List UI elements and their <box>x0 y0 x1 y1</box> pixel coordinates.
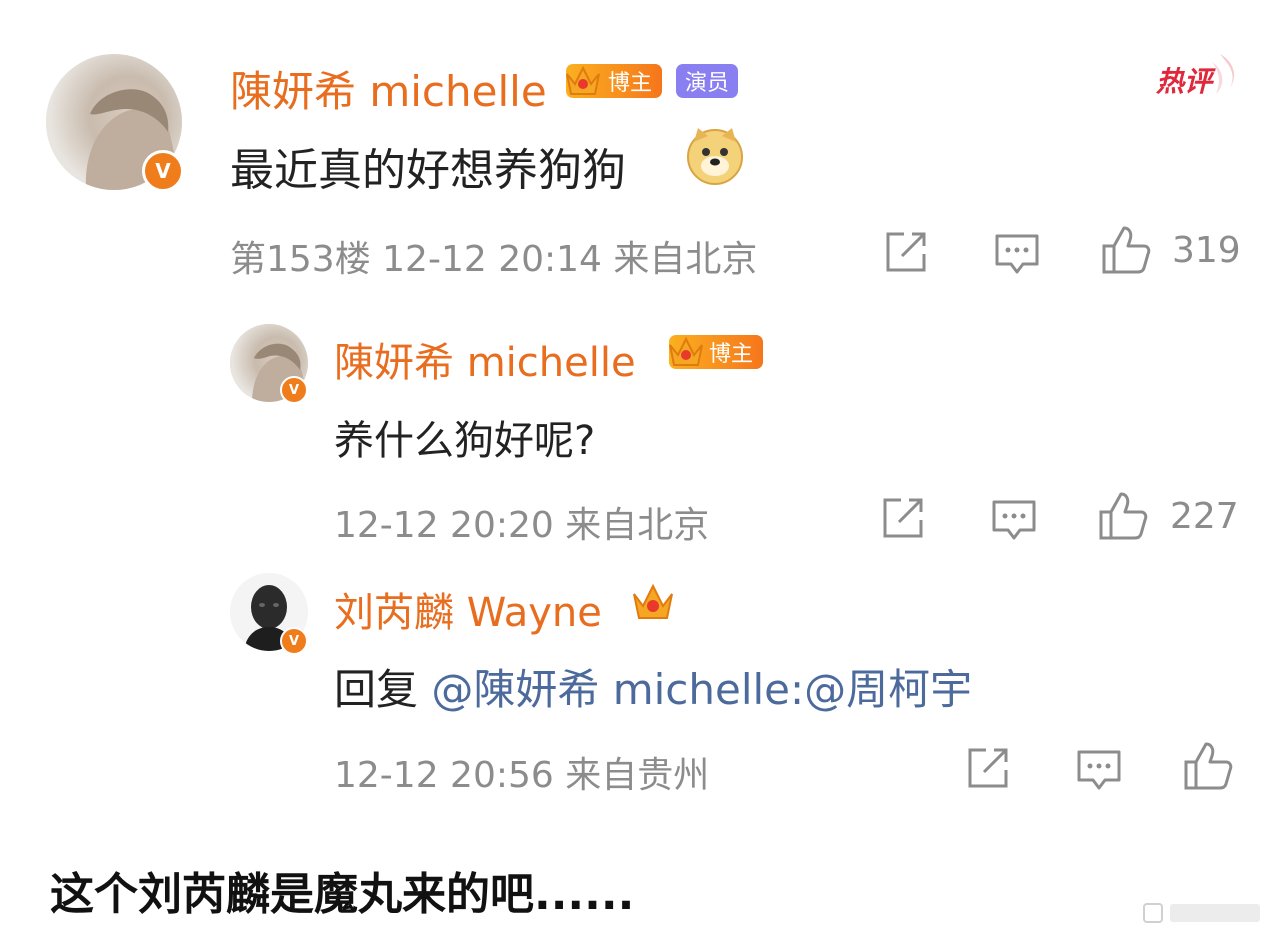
like-count: 227 <box>1170 496 1239 537</box>
comment-text: 最近真的好想养狗狗 <box>230 145 626 196</box>
like-icon[interactable] <box>1100 224 1152 276</box>
verified-badge-icon: V <box>280 376 308 404</box>
hot-comment-badge: 热评 <box>1150 48 1242 104</box>
avatar[interactable]: V <box>230 573 308 655</box>
verified-badge-icon: V <box>142 150 184 192</box>
reply-prefix: 回复 <box>334 665 432 714</box>
mention-link[interactable]: @陳妍希 michelle:@周柯宇 <box>431 665 972 714</box>
share-icon[interactable] <box>879 494 927 542</box>
comment-icon[interactable] <box>1075 746 1123 794</box>
crown-icon <box>633 583 673 619</box>
like-count: 319 <box>1172 230 1241 271</box>
reply-meta: 12-12 20:20 来自北京 <box>334 505 710 546</box>
comment-icon[interactable] <box>993 230 1041 278</box>
actor-tag: 演员 <box>676 64 739 98</box>
comment-author-name[interactable]: 陳妍希 michelle <box>230 58 547 119</box>
watermark <box>1138 898 1268 928</box>
reply-text: 回复 @陳妍希 michelle:@周柯宇 <box>334 656 972 717</box>
reply-text: 养什么狗好呢? <box>334 418 596 464</box>
hot-comment-label: 热评 <box>1156 65 1213 98</box>
reply-author-name[interactable]: 刘芮麟 Wayne <box>334 580 602 638</box>
crown-icon <box>566 65 600 95</box>
like-icon[interactable] <box>1097 490 1149 542</box>
share-icon[interactable] <box>882 228 930 276</box>
comment-icon[interactable] <box>990 496 1038 544</box>
comment-meta: 第153楼 12-12 20:14 来自北京 <box>230 239 758 280</box>
reply-meta: 12-12 20:56 来自贵州 <box>334 755 710 796</box>
reply-author-name[interactable]: 陳妍希 michelle <box>334 330 636 388</box>
crown-icon <box>669 336 703 366</box>
share-icon[interactable] <box>964 744 1012 792</box>
caption-text: 这个刘芮麟是魔丸来的吧...... <box>50 869 635 920</box>
doge-emoji-icon <box>687 128 743 185</box>
verified-badge-icon: V <box>280 627 308 655</box>
avatar[interactable]: V <box>230 324 308 404</box>
avatar[interactable]: V <box>46 54 184 192</box>
like-icon[interactable] <box>1182 740 1234 792</box>
